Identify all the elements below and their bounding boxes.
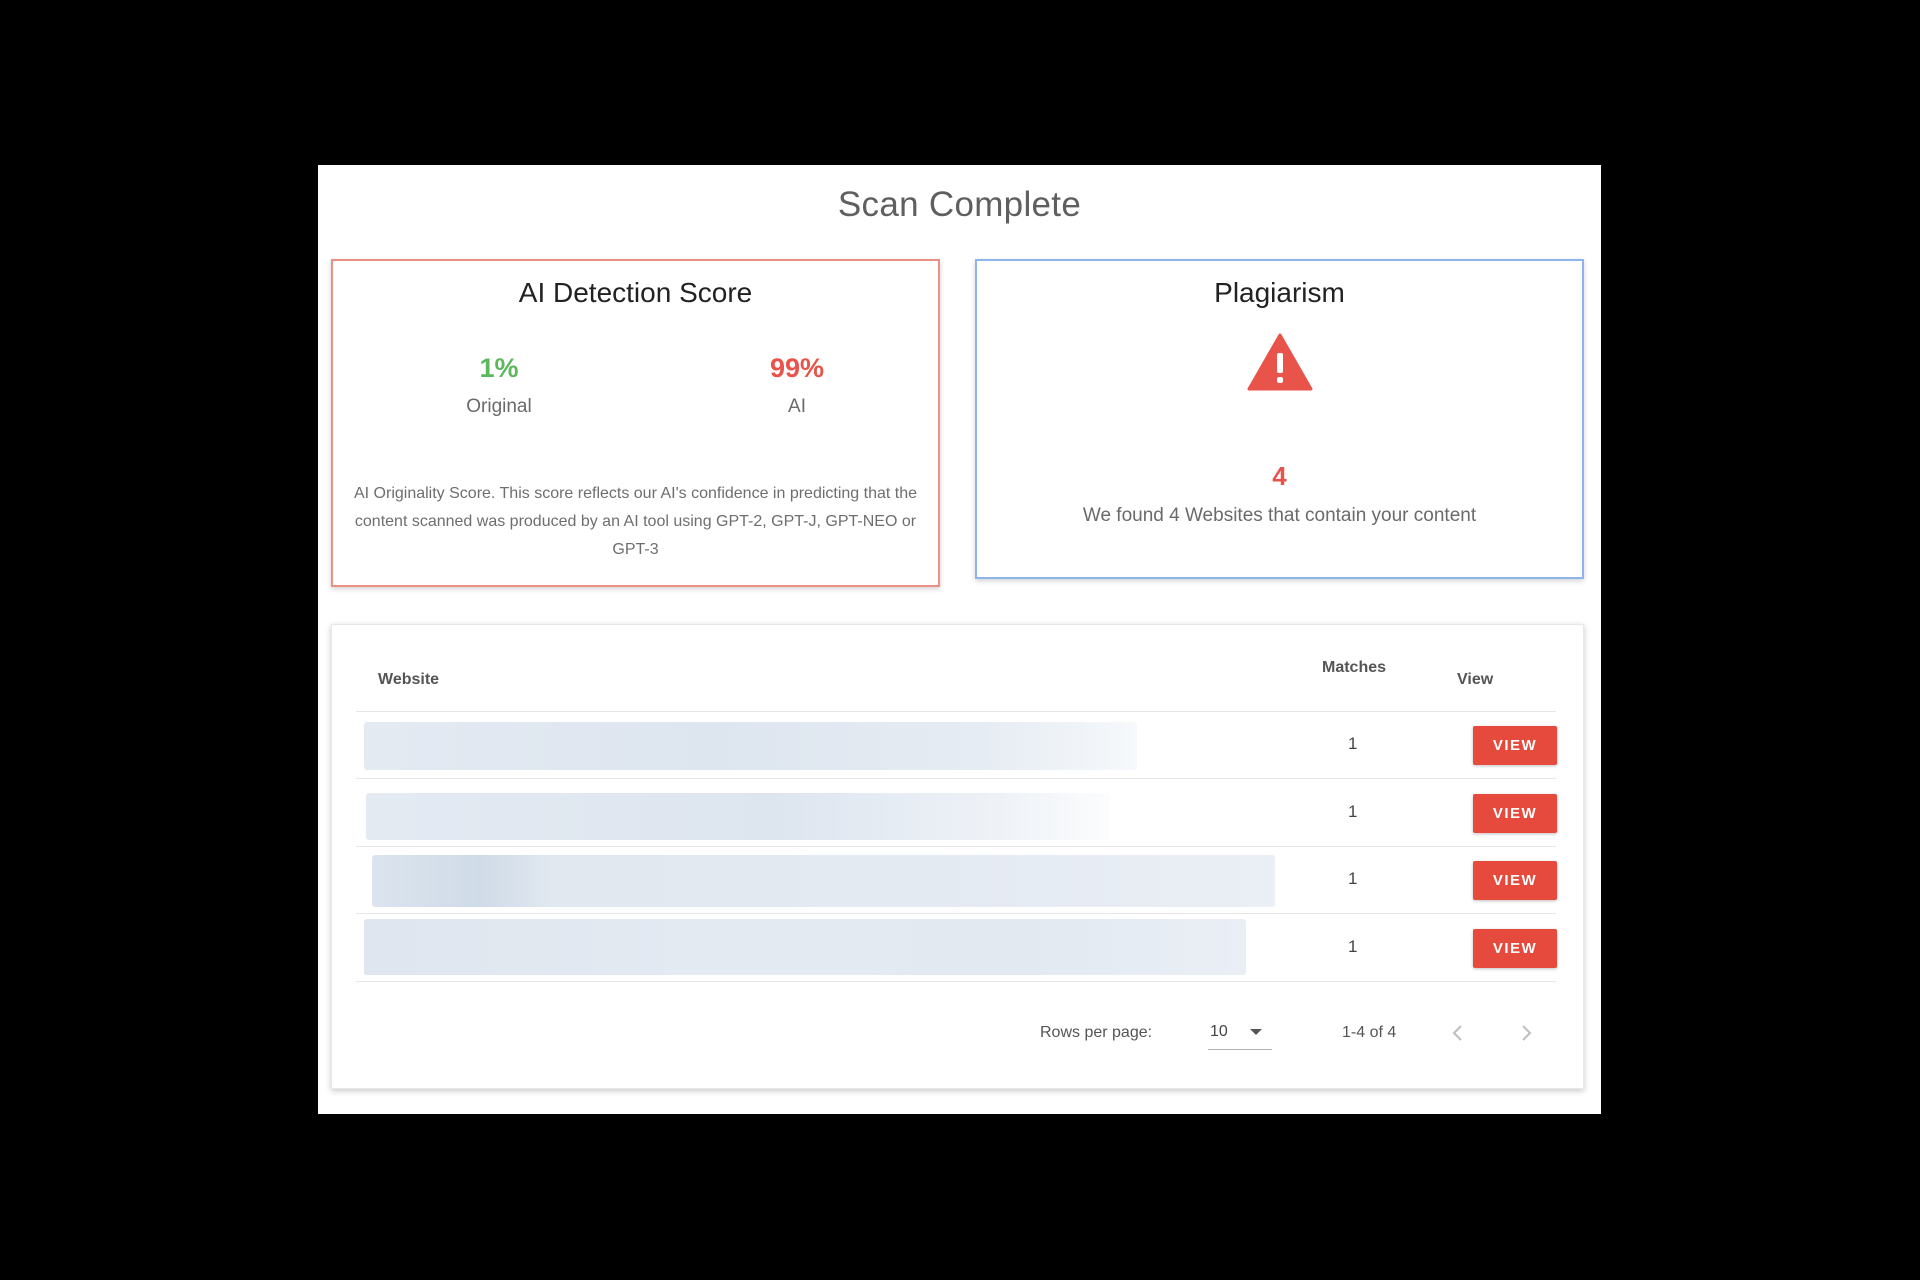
view-button[interactable]: VIEW <box>1473 794 1557 833</box>
table-row: 1 VIEW <box>356 780 1557 847</box>
original-score: 1% Original <box>389 353 609 418</box>
redacted-website <box>372 855 1275 907</box>
scan-result-panel: Scan Complete AI Detection Score 1% Orig… <box>318 165 1601 1114</box>
matches-cell: 1 <box>1348 802 1358 821</box>
redacted-website <box>364 722 1137 770</box>
ai-detection-card: AI Detection Score 1% Original 99% AI AI… <box>331 259 940 587</box>
column-header-website: Website <box>378 671 440 688</box>
plagiarism-count: 4 <box>1272 461 1287 491</box>
page-title: Scan Complete <box>837 185 1082 224</box>
view-button[interactable]: VIEW <box>1473 929 1557 968</box>
view-button[interactable]: VIEW <box>1473 861 1557 900</box>
ai-score-label: AI <box>788 396 806 417</box>
table-row: 1 VIEW <box>356 712 1557 779</box>
warning-icon <box>1247 333 1313 391</box>
matches-table: Website Matches View 1 VIEW 1 VIEW 1 VIE… <box>331 624 1584 1089</box>
caret-down-icon <box>1250 1029 1262 1035</box>
ai-score-value: 99% <box>769 353 825 383</box>
rows-per-page-select[interactable]: 10 <box>1208 1017 1272 1050</box>
ai-score-description: AI Originality Score. This score reflect… <box>353 485 918 558</box>
original-score-label: Original <box>466 396 532 417</box>
matches-cell: 1 <box>1348 734 1358 753</box>
chevron-left-icon[interactable] <box>1442 1016 1472 1050</box>
table-row: 1 VIEW <box>356 915 1557 982</box>
matches-cell: 1 <box>1348 937 1358 956</box>
view-button[interactable]: VIEW <box>1473 726 1557 765</box>
ai-score: 99% AI <box>687 353 907 418</box>
column-header-view: View <box>1457 671 1494 688</box>
plagiarism-description: We found 4 Websites that contain your co… <box>1082 505 1477 526</box>
plagiarism-card-title: Plagiarism <box>1214 277 1345 308</box>
matches-cell: 1 <box>1348 869 1358 888</box>
redacted-website <box>366 793 1110 840</box>
chevron-right-icon[interactable] <box>1512 1016 1542 1050</box>
pagination-range: 1-4 of 4 <box>1342 1024 1397 1041</box>
ai-card-title: AI Detection Score <box>518 277 753 308</box>
table-row: 1 VIEW <box>356 847 1557 914</box>
original-score-value: 1% <box>479 353 519 383</box>
column-header-matches: Matches <box>1322 659 1387 676</box>
rows-per-page-label: Rows per page: <box>1040 1024 1153 1041</box>
plagiarism-card: Plagiarism 4 We found 4 Websites that co… <box>975 259 1584 579</box>
rows-per-page-value: 10 <box>1210 1023 1228 1040</box>
redacted-website <box>364 919 1246 975</box>
